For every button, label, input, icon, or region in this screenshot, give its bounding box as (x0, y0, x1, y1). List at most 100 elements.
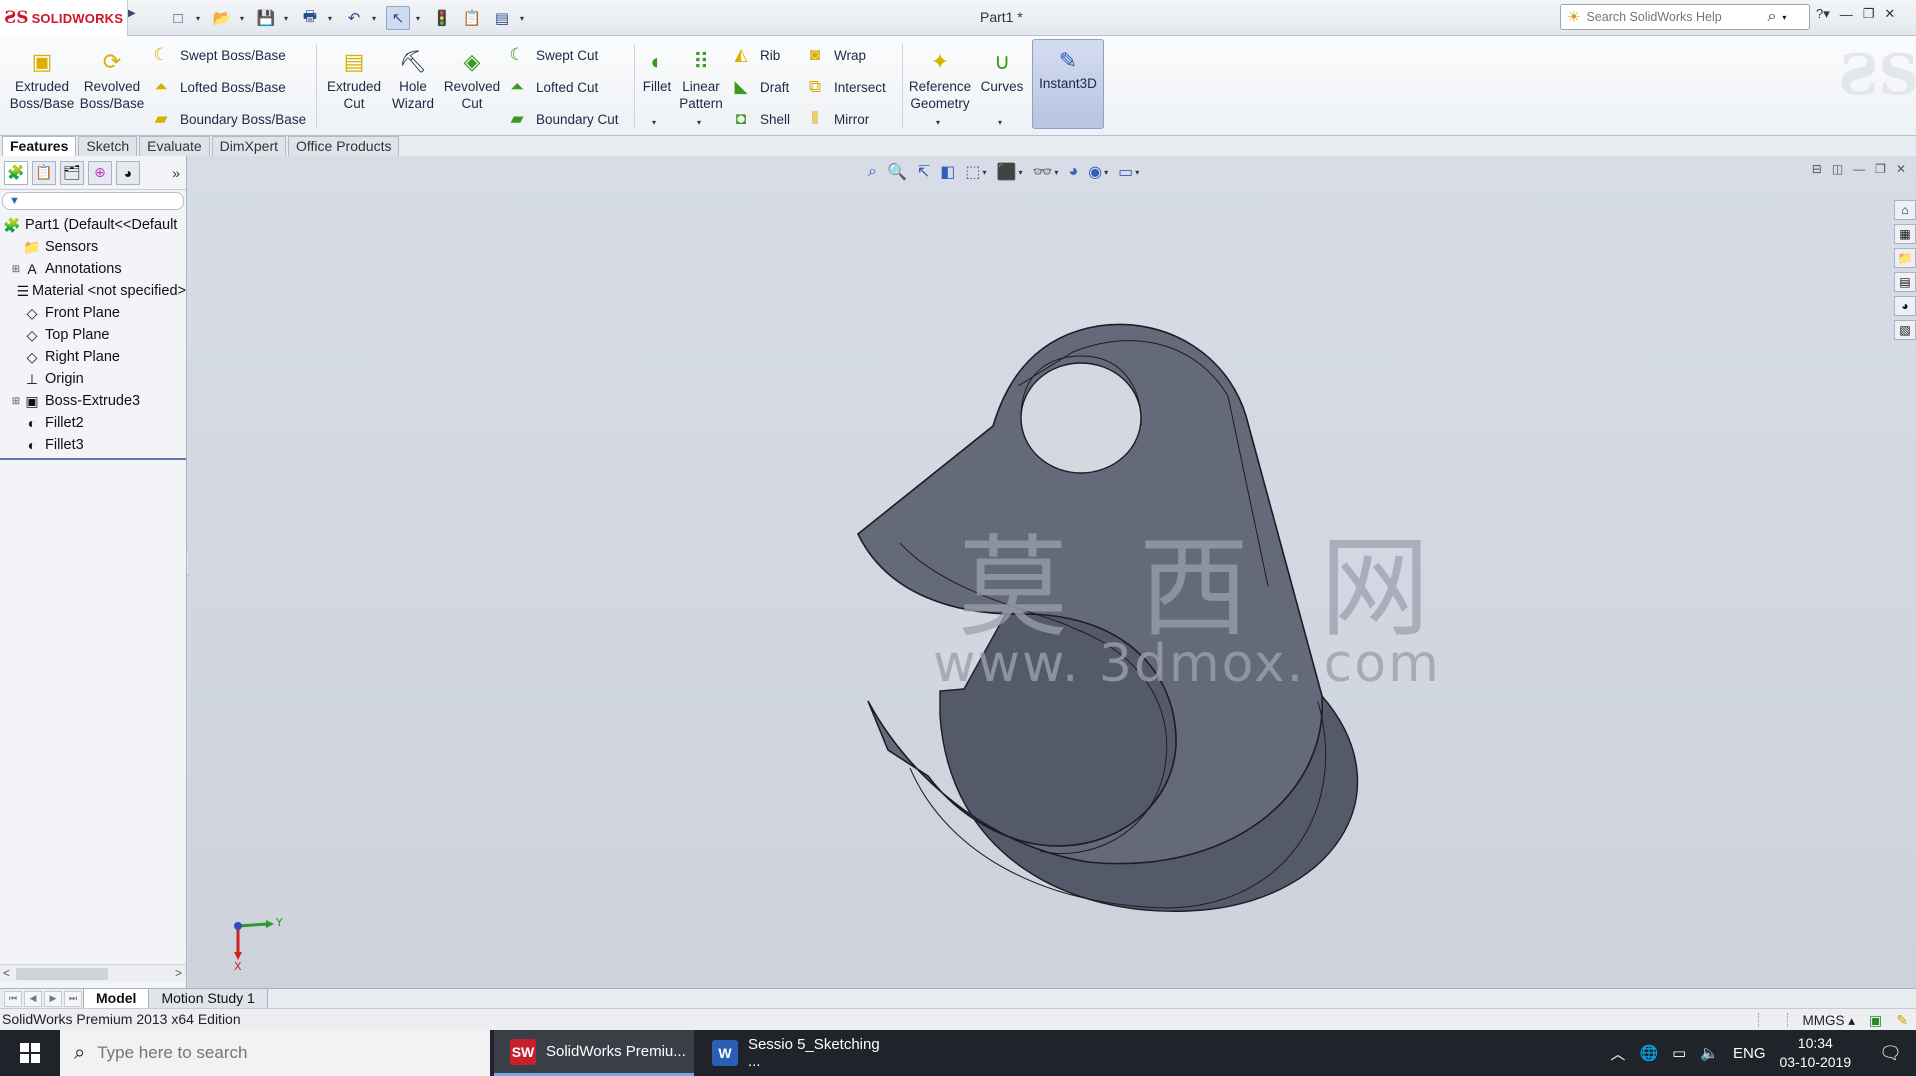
boundary-cut-button[interactable]: ▰ Boundary Cut (506, 106, 618, 132)
tree-item[interactable]: ◇ Front Plane (0, 302, 186, 324)
scroll-left-icon[interactable]: < (3, 966, 10, 980)
volume-icon[interactable]: 🔈 (1700, 1044, 1719, 1062)
rib-button[interactable]: ◭ Rib (730, 42, 780, 68)
shell-button[interactable]: ◘ Shell (730, 106, 790, 132)
search-icon[interactable]: ⌕ (1767, 8, 1776, 26)
taskbar-search-box[interactable]: ⌕ (60, 1030, 490, 1076)
tab-sketch[interactable]: Sketch (78, 136, 138, 156)
tab-evaluate[interactable]: Evaluate (139, 136, 210, 156)
configuration-manager-tab-icon[interactable]: 🗂 (60, 160, 84, 185)
chevron-down-icon[interactable]: ▾ (998, 118, 1002, 127)
extruded-boss-button[interactable]: ▣ Extruded Boss/Base (8, 46, 76, 112)
lofted-cut-button[interactable]: ⏶ Lofted Cut (506, 74, 598, 100)
chevron-down-icon[interactable]: ▾ (284, 14, 292, 23)
tree-item[interactable]: ◇ Right Plane (0, 346, 186, 368)
undo-icon[interactable]: ↶ (342, 6, 366, 30)
help-search-input[interactable] (1586, 10, 1762, 24)
first-tab-icon[interactable]: ⏮ (4, 990, 22, 1007)
intersect-button[interactable]: ⧉ Intersect (804, 74, 886, 100)
notification-icon[interactable]: 🗨 (1879, 1043, 1902, 1064)
more-tabs-icon[interactable]: » (172, 165, 180, 181)
help-search-box[interactable]: ☀ ⌕ ▾ (1560, 4, 1810, 30)
chevron-down-icon[interactable]: ▾ (328, 14, 336, 23)
print-icon[interactable]: 🖶 (298, 6, 322, 30)
extruded-cut-button[interactable]: ▤ Extruded Cut (322, 46, 386, 112)
file-properties-icon[interactable]: 📋 (460, 6, 484, 30)
chevron-down-icon[interactable]: ▾ (520, 14, 528, 23)
tree-item[interactable]: ◇ Top Plane (0, 324, 186, 346)
clock[interactable]: 10:34 03-10-2019 (1780, 1034, 1852, 1072)
wrap-button[interactable]: ◙ Wrap (804, 42, 866, 68)
network-icon[interactable]: 🌐 (1639, 1044, 1658, 1062)
draft-button[interactable]: ◣ Draft (730, 74, 789, 100)
language-indicator[interactable]: ENG (1733, 1045, 1766, 1062)
new-document-icon[interactable]: □ (166, 6, 190, 30)
tree-item[interactable]: ☰ Material <not specified> (0, 280, 186, 302)
menu-flyout-arrow-icon[interactable]: ▶ (128, 8, 136, 28)
chevron-down-icon[interactable]: ▾ (1782, 13, 1786, 22)
tree-item[interactable]: ⊥ Origin (0, 368, 186, 390)
chevron-down-icon[interactable]: ▾ (416, 14, 424, 23)
taskbar-search-input[interactable] (97, 1043, 458, 1063)
unit-system[interactable]: MMGS ▴ (1802, 1010, 1855, 1031)
chevron-down-icon[interactable]: ▾ (936, 118, 940, 127)
chevron-down-icon[interactable]: ▾ (697, 118, 701, 127)
linear-pattern-button[interactable]: ⠿ Linear Pattern (676, 46, 726, 112)
mirror-button[interactable]: ⫴ Mirror (804, 106, 869, 132)
chevron-down-icon[interactable]: ▾ (240, 14, 248, 23)
graphics-area[interactable]: ⌕ 🔍 ↸ ◧ ⬚ ▾ ⬛ ▾ 👓 ▾ ◕ ◉ ▾ ▭ ▾ ⊟ ◫ — ❐ ✕ ⌂ ▦ 📁… (188, 156, 1916, 988)
close-icon[interactable]: ✕ (1884, 6, 1895, 22)
fillet-button[interactable]: ◐ Fillet (640, 46, 674, 95)
revolved-boss-button[interactable]: ⟳ Revolved Boss/Base (80, 46, 145, 112)
next-tab-icon[interactable]: ▶ (44, 990, 62, 1007)
options-icon[interactable]: ▤ (490, 6, 514, 30)
swept-boss-button[interactable]: ☾ Swept Boss/Base (150, 42, 285, 68)
display-manager-tab-icon[interactable]: ◕ (116, 160, 140, 185)
chevron-down-icon[interactable]: ▾ (372, 14, 380, 23)
tree-item[interactable]: ◐ Fillet3 (0, 434, 186, 456)
tree-item[interactable]: ◐ Fillet2 (0, 412, 186, 434)
select-pointer-icon[interactable]: ↖ (386, 6, 410, 30)
save-icon[interactable]: 💾 (254, 6, 278, 30)
taskbar-app-word[interactable]: W Sessio 5_Sketching ... (696, 1030, 896, 1076)
rebuild-status-icon[interactable]: ▣ (1869, 1010, 1882, 1031)
tag-icon[interactable]: ✎ (1896, 1010, 1908, 1031)
tab-office-products[interactable]: Office Products (288, 136, 400, 156)
show-hidden-icons-icon[interactable]: ︿ (1610, 1043, 1625, 1064)
instant3d-button[interactable]: ✎ Instant3D (1032, 39, 1104, 129)
last-tab-icon[interactable]: ⏭ (64, 990, 82, 1007)
horizontal-scrollbar[interactable]: < > (0, 964, 186, 982)
prev-tab-icon[interactable]: ◀ (24, 990, 42, 1007)
swept-cut-button[interactable]: ☾ Swept Cut (506, 42, 598, 68)
battery-icon[interactable]: ▭ (1672, 1044, 1686, 1062)
dimxpert-manager-tab-icon[interactable]: ⊕ (88, 160, 112, 185)
start-button[interactable] (0, 1030, 60, 1076)
curves-button[interactable]: ∪ Curves (978, 46, 1026, 95)
scroll-right-icon[interactable]: > (175, 966, 182, 980)
property-manager-tab-icon[interactable]: 📋 (32, 160, 56, 185)
tree-filter[interactable]: ▼ (2, 192, 184, 210)
hook-model-view[interactable]: 莫 西 网 www. 3dmox. com (188, 156, 1916, 988)
tree-expander-icon[interactable]: ⊞ (10, 396, 22, 407)
chevron-down-icon[interactable]: ▾ (196, 14, 204, 23)
tree-item[interactable]: 📁 Sensors (0, 236, 186, 258)
tree-expander-icon[interactable]: ⊞ (10, 264, 22, 275)
restore-icon[interactable]: ❐ (1863, 6, 1875, 22)
open-document-icon[interactable]: 📂 (210, 6, 234, 30)
tree-item[interactable]: ⊞ A Annotations (0, 258, 186, 280)
tab-features[interactable]: Features (2, 136, 77, 156)
feature-manager-tab-icon[interactable]: 🧩 (4, 160, 28, 185)
taskbar-app-solidworks[interactable]: SW SolidWorks Premiu... (494, 1030, 694, 1076)
reference-geometry-button[interactable]: ✦ Reference Geometry (906, 46, 974, 112)
help-icon[interactable]: ?▾ (1816, 6, 1830, 22)
hole-wizard-button[interactable]: ⛏ Hole Wizard (386, 46, 440, 112)
scroll-thumb[interactable] (16, 968, 108, 980)
revolved-cut-button[interactable]: ◈ Revolved Cut (442, 46, 502, 112)
solidworks-logo[interactable]: ƧS SOLIDWORKS (0, 0, 128, 36)
rebuild-icon[interactable]: 🚦 (430, 6, 454, 30)
tab-dimxpert[interactable]: DimXpert (211, 136, 287, 156)
chevron-down-icon[interactable]: ▾ (652, 118, 656, 127)
boundary-boss-button[interactable]: ▰ Boundary Boss/Base (150, 106, 306, 132)
tab-model[interactable]: Model (83, 988, 150, 1009)
minimize-icon[interactable]: — (1840, 7, 1853, 22)
